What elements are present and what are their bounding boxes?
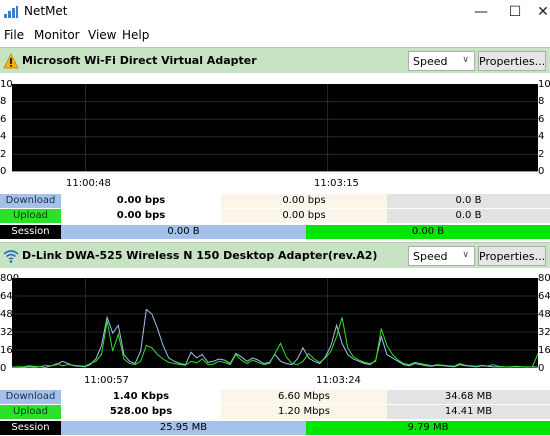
x-tick-label: 11:00:48	[66, 178, 111, 189]
warning-icon	[3, 53, 19, 69]
traffic-plot	[11, 278, 539, 369]
adapter-header: Microsoft Wi-Fi Direct Virtual Adapter S…	[0, 47, 550, 73]
y-tick-label: 6	[538, 114, 545, 125]
session-label: Session totals	[0, 225, 61, 251]
y-tick-label: 4	[538, 131, 545, 142]
y-tick-label: 480	[538, 309, 550, 320]
wifi-icon	[3, 250, 19, 263]
upload-label: Upload	[0, 405, 61, 419]
session-row: Session totals 0.00 B 0.00 B	[0, 225, 550, 251]
traffic-chart	[12, 84, 538, 172]
session-label: Session totals	[0, 421, 61, 435]
upload-row: Upload 0.00 bps 0.00 bps 0.0 B	[0, 209, 550, 223]
upload-current: 528.00 bps	[61, 405, 221, 419]
download-average: 0.00 bps	[221, 194, 387, 208]
upload-total: 0.0 B	[387, 209, 550, 223]
adapter-name: Microsoft Wi-Fi Direct Virtual Adapter	[22, 54, 257, 67]
y-tick-label: 0	[0, 166, 7, 177]
session-download-total: 0.00 B	[61, 225, 306, 239]
upload-series-line	[11, 317, 539, 368]
download-label: Download	[0, 390, 61, 404]
traffic-plot	[12, 84, 538, 172]
window-title: NetMet	[24, 4, 68, 18]
y-tick-label: 800	[0, 273, 20, 284]
y-tick-label: 320	[0, 327, 20, 338]
download-row: Download 0.00 bps 0.00 bps 0.0 B	[0, 194, 550, 208]
upload-current: 0.00 bps	[61, 209, 221, 223]
y-tick-label: 4	[0, 131, 7, 142]
download-current: 1.40 Kbps	[61, 390, 221, 404]
y-tick-label: 6	[0, 114, 7, 125]
download-total: 0.0 B	[387, 194, 550, 208]
menu-bar: File Monitor View Help	[0, 25, 550, 45]
y-tick-label: 480	[0, 309, 20, 320]
adapter-name: D-Link DWA-525 Wireless N 150 Desktop Ad…	[22, 249, 378, 262]
chevron-down-icon: ∨	[462, 250, 469, 260]
x-tick-label: 11:03:24	[316, 375, 361, 386]
y-tick-label: 320	[538, 327, 550, 338]
y-tick-label: 0	[538, 166, 545, 177]
chevron-down-icon: ∨	[462, 55, 469, 65]
session-download-total: 25.95 MB	[61, 421, 306, 435]
app-icon	[4, 6, 18, 18]
upload-total: 14.41 MB	[387, 405, 550, 419]
upload-average: 1.20 Mbps	[221, 405, 387, 419]
session-row: Session totals 25.95 MB 9.79 MB	[0, 421, 550, 435]
upload-row: Upload 528.00 bps 1.20 Mbps 14.41 MB	[0, 405, 550, 419]
session-upload-total: 9.79 MB	[306, 421, 550, 435]
download-current: 0.00 bps	[61, 194, 221, 208]
traffic-chart	[11, 278, 539, 369]
y-tick-label: 10	[0, 79, 13, 90]
y-tick-label: 160	[538, 345, 550, 356]
download-row: Download 1.40 Kbps 6.60 Mbps 34.68 MB	[0, 390, 550, 404]
y-tick-label: 2	[538, 149, 545, 160]
y-tick-label: 2	[0, 149, 7, 160]
upload-average: 0.00 bps	[221, 209, 387, 223]
graph-area: 800 640 480 320 160 0 800 640 480 320 16…	[0, 269, 550, 390]
menu-file[interactable]: File	[4, 28, 24, 42]
y-tick-label: 160	[0, 345, 20, 356]
properties-button[interactable]: Properties...	[478, 246, 546, 266]
close-button[interactable]: ✕	[520, 0, 550, 24]
y-tick-label: 8	[538, 96, 545, 107]
y-tick-label: 0	[538, 363, 545, 374]
session-upload-total: 0.00 B	[306, 225, 550, 239]
menu-view[interactable]: View	[88, 28, 116, 42]
properties-button[interactable]: Properties...	[478, 51, 546, 71]
mode-select[interactable]: Speed ∨	[408, 246, 475, 266]
title-bar: NetMet — ☐ ✕	[0, 0, 550, 24]
download-total: 34.68 MB	[387, 390, 550, 404]
y-tick-label: 8	[0, 96, 7, 107]
download-series-line	[11, 308, 539, 369]
menu-monitor[interactable]: Monitor	[34, 28, 80, 42]
menu-help[interactable]: Help	[122, 28, 149, 42]
download-average: 6.60 Mbps	[221, 390, 387, 404]
x-tick-label: 11:03:15	[314, 178, 359, 189]
adapter-header: D-Link DWA-525 Wireless N 150 Desktop Ad…	[0, 242, 550, 268]
y-tick-label: 0	[0, 363, 7, 374]
x-tick-label: 11:00:57	[84, 375, 129, 386]
y-tick-label: 640	[538, 291, 550, 302]
y-tick-label: 640	[0, 291, 20, 302]
y-tick-label: 10	[538, 79, 550, 90]
y-tick-label: 800	[538, 273, 550, 284]
graph-area: 10 8 6 4 2 0 10 8 6 4 2 0 11:00:48 11:03…	[0, 74, 550, 194]
mode-select[interactable]: Speed ∨	[408, 51, 475, 71]
upload-label: Upload	[0, 209, 61, 223]
download-label: Download	[0, 194, 61, 208]
